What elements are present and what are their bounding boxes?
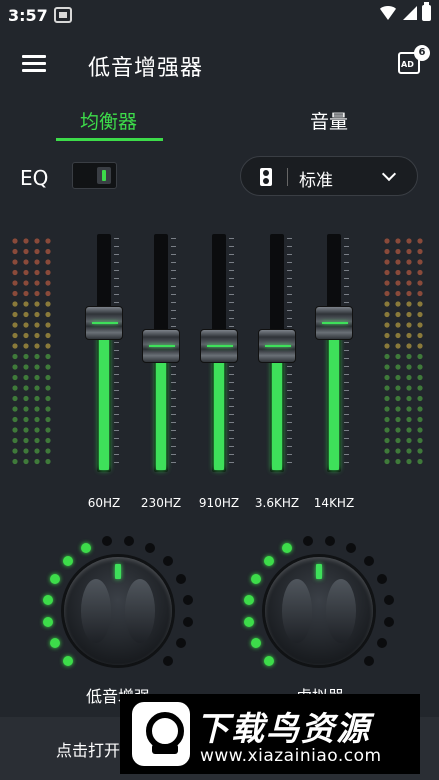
- eq-toggle[interactable]: [72, 162, 117, 189]
- preset-divider: [287, 168, 288, 186]
- chevron-down-icon: [381, 166, 397, 182]
- knob-indicator: [115, 564, 121, 579]
- band-slider-60hz[interactable]: [84, 230, 124, 474]
- knob-level-dot: [384, 594, 395, 605]
- knob-indicator: [316, 564, 322, 579]
- knob-level-dot: [101, 535, 112, 546]
- knob-level-dot: [124, 535, 135, 546]
- watermark-url: www.xiazainiao.com: [200, 746, 382, 766]
- preset-select[interactable]: 标准: [240, 156, 418, 196]
- knob-level-dot: [263, 555, 274, 566]
- bottom-hint[interactable]: 点击打开: [56, 737, 120, 761]
- tab-equalizer[interactable]: 均衡器: [80, 107, 137, 134]
- knob-body: [265, 557, 373, 665]
- speaker-icon: [260, 168, 272, 186]
- knob-level-dot: [62, 555, 73, 566]
- watermark-logo-icon: [132, 702, 190, 766]
- menu-icon[interactable]: [22, 55, 46, 72]
- knob-level-dot: [377, 573, 388, 584]
- battery-icon: [422, 2, 431, 21]
- knob-level-dot: [364, 656, 375, 667]
- knob-level-dot: [346, 542, 357, 553]
- equalizer-sliders: 60HZ 230HZ 910HZ 3.6KHZ 14KHZ: [0, 230, 439, 520]
- knob-level-dot: [49, 638, 60, 649]
- bass-boost-knob[interactable]: [42, 535, 194, 687]
- knob-level-dot: [42, 617, 53, 628]
- band-slider-14khz[interactable]: [314, 230, 354, 474]
- slider-thumb[interactable]: [142, 329, 180, 363]
- knob-level-dot: [42, 594, 53, 605]
- slider-thumb[interactable]: [315, 306, 353, 340]
- eq-toggle-knob: [97, 167, 111, 184]
- knob-level-dot: [384, 617, 395, 628]
- app-title: 低音增强器: [88, 56, 204, 81]
- knob-body: [64, 557, 172, 665]
- knob-level-dot: [263, 656, 274, 667]
- knob-level-dot: [243, 617, 254, 628]
- knob-level-dot: [281, 542, 292, 553]
- knob-level-dot: [183, 617, 194, 628]
- band-label: 910HZ: [198, 496, 240, 510]
- preset-value: 标准: [299, 171, 333, 191]
- ad-badge: 6: [414, 45, 430, 61]
- band-label: 3.6KHZ: [254, 496, 300, 510]
- wifi-icon: [378, 6, 398, 20]
- knob-level-dot: [163, 555, 174, 566]
- notification-app-icon: [54, 7, 72, 23]
- knob-level-dot: [364, 555, 375, 566]
- band-fill: [99, 325, 109, 470]
- knob-level-dot: [176, 573, 187, 584]
- knob-level-dot: [80, 542, 91, 553]
- knob-level-dot: [377, 638, 388, 649]
- ad-icon-label: AD: [401, 60, 414, 69]
- knob-level-dot: [325, 535, 336, 546]
- band-slider-230hz[interactable]: [141, 230, 181, 474]
- virtualizer-knob[interactable]: [243, 535, 395, 687]
- knob-level-dot: [243, 594, 254, 605]
- knob-level-dot: [145, 542, 156, 553]
- band-slider-910hz[interactable]: [199, 230, 239, 474]
- watermark: 下载鸟资源 www.xiazainiao.com: [120, 694, 420, 774]
- tab-indicator: [56, 138, 163, 141]
- knob-level-dot: [302, 535, 313, 546]
- tab-volume[interactable]: 音量: [310, 107, 348, 134]
- knob-level-dot: [176, 638, 187, 649]
- watermark-title: 下载鸟资源: [196, 709, 371, 748]
- slider-thumb[interactable]: [258, 329, 296, 363]
- status-bar: 3:57: [0, 0, 439, 30]
- band-label: 230HZ: [140, 496, 182, 510]
- band-fill: [329, 325, 339, 470]
- band-label: 14KHZ: [313, 496, 355, 510]
- status-time: 3:57: [8, 6, 48, 25]
- band-fill: [214, 348, 224, 470]
- status-icons: [378, 2, 431, 21]
- signal-icon: [403, 6, 417, 20]
- knob-level-dot: [183, 594, 194, 605]
- slider-thumb[interactable]: [85, 306, 123, 340]
- slider-thumb[interactable]: [200, 329, 238, 363]
- knob-level-dot: [250, 573, 261, 584]
- band-slider-3-6khz[interactable]: [257, 230, 297, 474]
- eq-label: EQ: [20, 166, 49, 190]
- knob-level-dot: [62, 656, 73, 667]
- knob-level-dot: [250, 638, 261, 649]
- band-fill: [272, 348, 282, 470]
- knob-level-dot: [163, 656, 174, 667]
- band-fill: [156, 348, 166, 470]
- band-label: 60HZ: [87, 496, 121, 510]
- knob-level-dot: [49, 573, 60, 584]
